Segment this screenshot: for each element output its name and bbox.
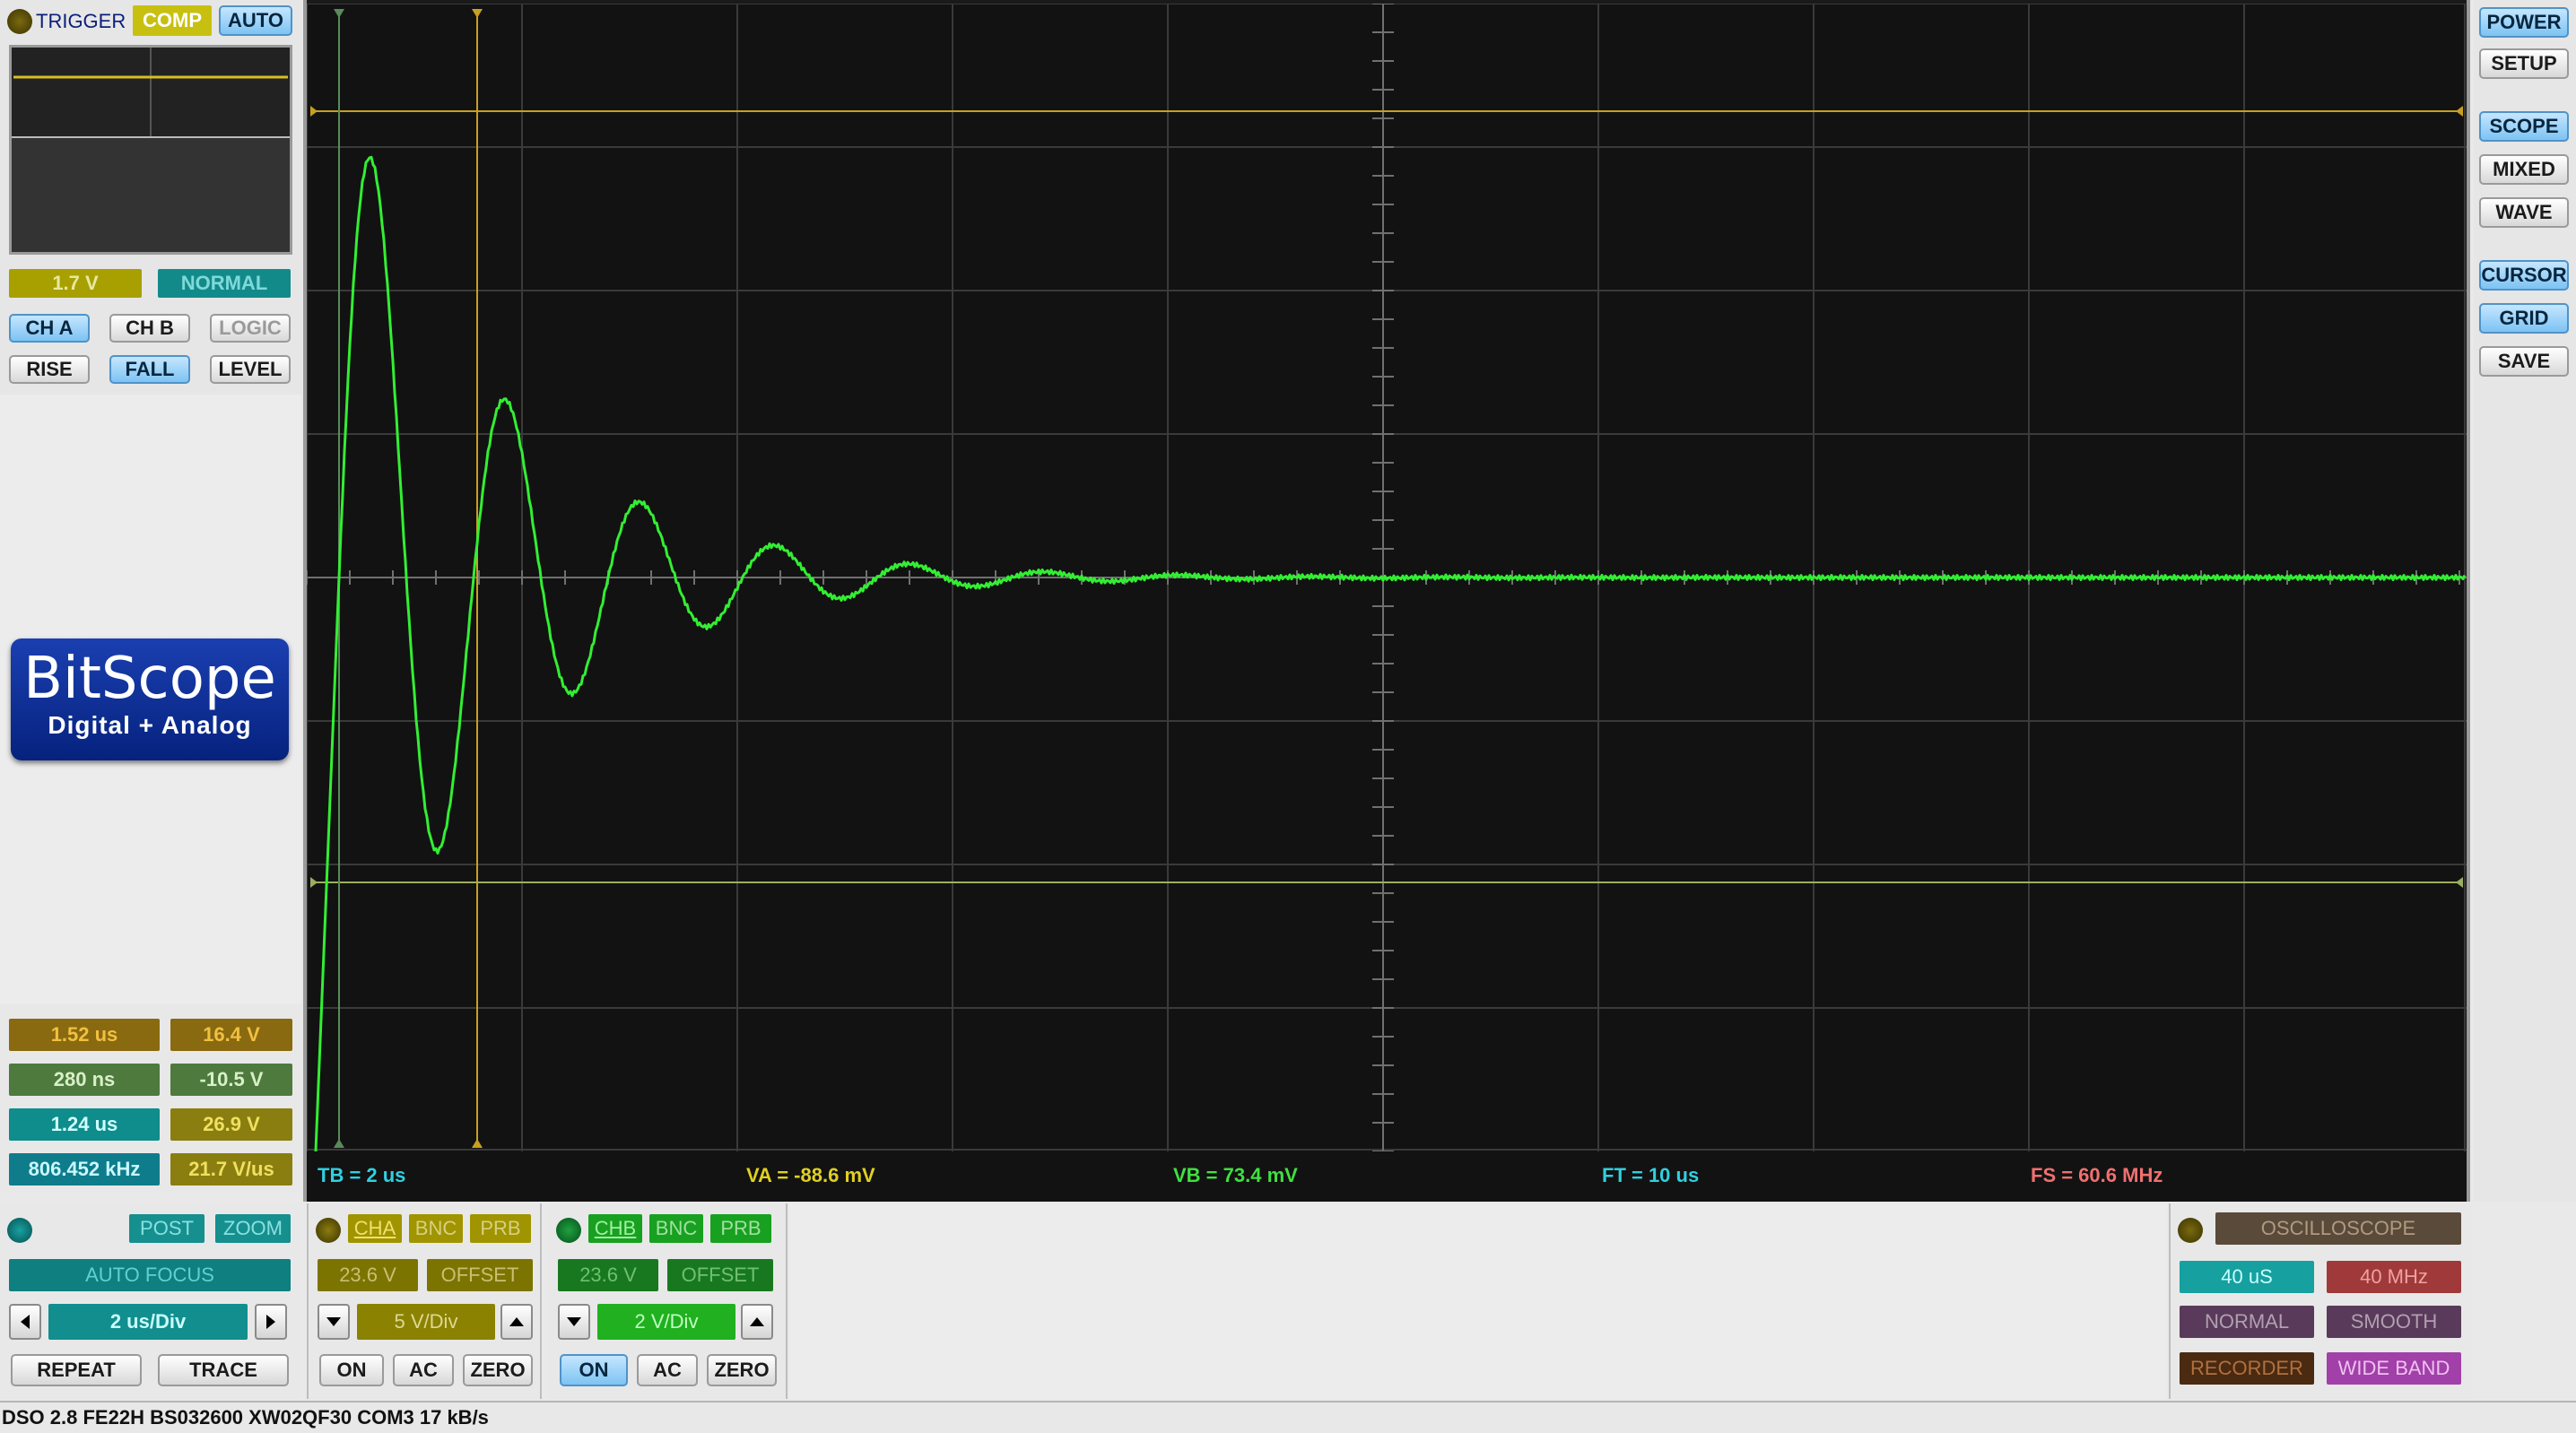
status-text: DSO 2.8 FE22H BS032600 XW02QF30 COM3 17 … [2,1406,489,1429]
trigger-mode-value[interactable]: NORMAL [158,269,291,298]
scope-mode-led[interactable] [2178,1218,2203,1243]
trigger-fall-button[interactable]: FALL [109,355,190,384]
channel-a-scale[interactable]: 5 V/Div [357,1304,495,1340]
meas-3-right[interactable]: 26.9 V [170,1108,292,1141]
meas-4-left[interactable]: 806.452 kHz [9,1153,160,1185]
meas-2-right[interactable]: -10.5 V [170,1064,292,1096]
channel-a-led[interactable] [316,1218,341,1243]
trigger-rise-button[interactable]: RISE [9,355,90,384]
logo-name: BitScope [23,646,276,712]
trigger-ch-a-button[interactable]: CH A [9,314,90,343]
channel-a-on-button[interactable]: ON [319,1354,384,1386]
channel-a-prb-button[interactable]: PRB [470,1214,531,1243]
smooth-button[interactable]: SMOOTH [2327,1306,2461,1338]
timebase-led[interactable] [7,1218,32,1243]
channel-b-bnc-button[interactable]: BNC [649,1214,703,1243]
channel-a-offset[interactable]: OFFSET [427,1259,533,1291]
readout-vb: VB = 73.4 mV [1173,1164,1298,1186]
channel-b-ac-button[interactable]: AC [637,1354,698,1386]
readout-ft: FT = 10 us [1602,1164,1700,1186]
auto-focus-button[interactable]: AUTO FOCUS [9,1259,291,1291]
channel-b-on-button[interactable]: ON [560,1354,628,1386]
arrow-left-icon [21,1315,30,1329]
logo-panel: BitScope Digital + Analog [0,395,301,1004]
repeat-button[interactable]: REPEAT [11,1354,142,1386]
channel-a-scale-down-button[interactable] [318,1304,350,1340]
logo-tagline: Digital + Analog [48,711,252,739]
scope-button[interactable]: SCOPE [2479,111,2569,142]
channel-a-panel: CHA BNC PRB 23.6 V OFFSET 5 V/Div ON AC … [307,1203,542,1399]
trigger-led[interactable] [7,9,32,34]
channel-a-range[interactable]: 23.6 V [318,1259,418,1291]
trigger-preview-graph [12,48,290,252]
channel-b-scale[interactable]: 2 V/Div [597,1304,735,1340]
arrow-up-icon [509,1317,524,1326]
channel-b-select-button[interactable]: CHB [588,1214,642,1243]
channel-b-scale-up-button[interactable] [741,1304,773,1340]
meas-3-left[interactable]: 1.24 us [9,1108,160,1141]
timebase-increase-button[interactable] [255,1304,287,1340]
status-bar: DSO 2.8 FE22H BS032600 XW02QF30 COM3 17 … [0,1401,2576,1433]
meas-1-left[interactable]: 1.52 us [9,1019,160,1051]
trigger-level-value[interactable]: 1.7 V [9,269,142,298]
auto-button[interactable]: AUTO [219,5,292,36]
duration-value[interactable]: 40 uS [2180,1261,2314,1293]
trigger-title: TRIGGER [36,10,126,32]
trigger-preview [9,45,292,255]
meas-4-right[interactable]: 21.7 V/us [170,1153,292,1185]
normal-button[interactable]: NORMAL [2180,1306,2314,1338]
wide-band-button[interactable]: WIDE BAND [2327,1352,2461,1385]
arrow-up-icon [750,1317,764,1326]
oscilloscope-mode-label[interactable]: OSCILLOSCOPE [2215,1212,2461,1245]
trigger-logic-button[interactable]: LOGIC [210,314,291,343]
power-button[interactable]: POWER [2479,7,2569,38]
meas-1-right[interactable]: 16.4 V [170,1019,292,1051]
trigger-panel: TRIGGER COMP AUTO 1.7 V NORMAL CH A CH B… [0,0,301,395]
mixed-button[interactable]: MIXED [2479,154,2569,185]
cursor-button[interactable]: CURSOR [2479,260,2569,291]
channel-b-zero-button[interactable]: ZERO [707,1354,777,1386]
timebase-value[interactable]: 2 us/Div [48,1304,248,1340]
recorder-button[interactable]: RECORDER [2180,1352,2314,1385]
timebase-decrease-button[interactable] [9,1304,41,1340]
channel-b-panel: CHB BNC PRB 23.6 V OFFSET 2 V/Div ON AC … [547,1203,788,1399]
setup-button[interactable]: SETUP [2479,48,2569,79]
readout-va: VA = -88.6 mV [746,1164,875,1186]
readout-tb: TB = 2 us [318,1164,406,1186]
measurement-panel: 1.52 us 16.4 V 280 ns -10.5 V 1.24 us 26… [0,1004,301,1193]
meas-2-left[interactable]: 280 ns [9,1064,160,1096]
zoom-button[interactable]: ZOOM [215,1214,291,1243]
right-menu: POWER SETUP SCOPE MIXED WAVE CURSOR GRID… [2474,0,2576,1202]
trigger-ch-b-button[interactable]: CH B [109,314,190,343]
bottom-empty-area [789,1203,2167,1399]
bitscope-logo: BitScope Digital + Analog [11,638,289,760]
readout-bar: TB = 2 us VA = -88.6 mV VB = 73.4 mV FT … [307,1151,2467,1202]
channel-a-ac-button[interactable]: AC [393,1354,454,1386]
channel-b-offset[interactable]: OFFSET [667,1259,773,1291]
arrow-right-icon [266,1315,275,1329]
arrow-down-icon [326,1317,341,1326]
post-button[interactable]: POST [129,1214,205,1243]
channel-b-led[interactable] [556,1218,581,1243]
wave-button[interactable]: WAVE [2479,197,2569,228]
timebase-panel: POST ZOOM AUTO FOCUS 2 us/Div REPEAT TRA… [0,1203,301,1399]
channel-b-prb-button[interactable]: PRB [710,1214,771,1243]
grid-button[interactable]: GRID [2479,303,2569,334]
channel-a-zero-button[interactable]: ZERO [463,1354,533,1386]
channel-a-select-button[interactable]: CHA [348,1214,402,1243]
readout-fs: FS = 60.6 MHz [2031,1164,2163,1186]
arrow-down-icon [567,1317,581,1326]
trace-button[interactable]: TRACE [158,1354,289,1386]
trigger-level-button[interactable]: LEVEL [210,355,291,384]
scope-mode-panel: OSCILLOSCOPE 40 uS 40 MHz NORMAL SMOOTH … [2169,1203,2472,1399]
save-button[interactable]: SAVE [2479,346,2569,377]
channel-b-range[interactable]: 23.6 V [558,1259,658,1291]
channel-b-scale-down-button[interactable] [558,1304,590,1340]
bandwidth-value[interactable]: 40 MHz [2327,1261,2461,1293]
channel-a-bnc-button[interactable]: BNC [409,1214,463,1243]
scope-screen[interactable] [307,4,2467,1151]
comp-button[interactable]: COMP [133,5,212,36]
channel-a-scale-up-button[interactable] [500,1304,533,1340]
